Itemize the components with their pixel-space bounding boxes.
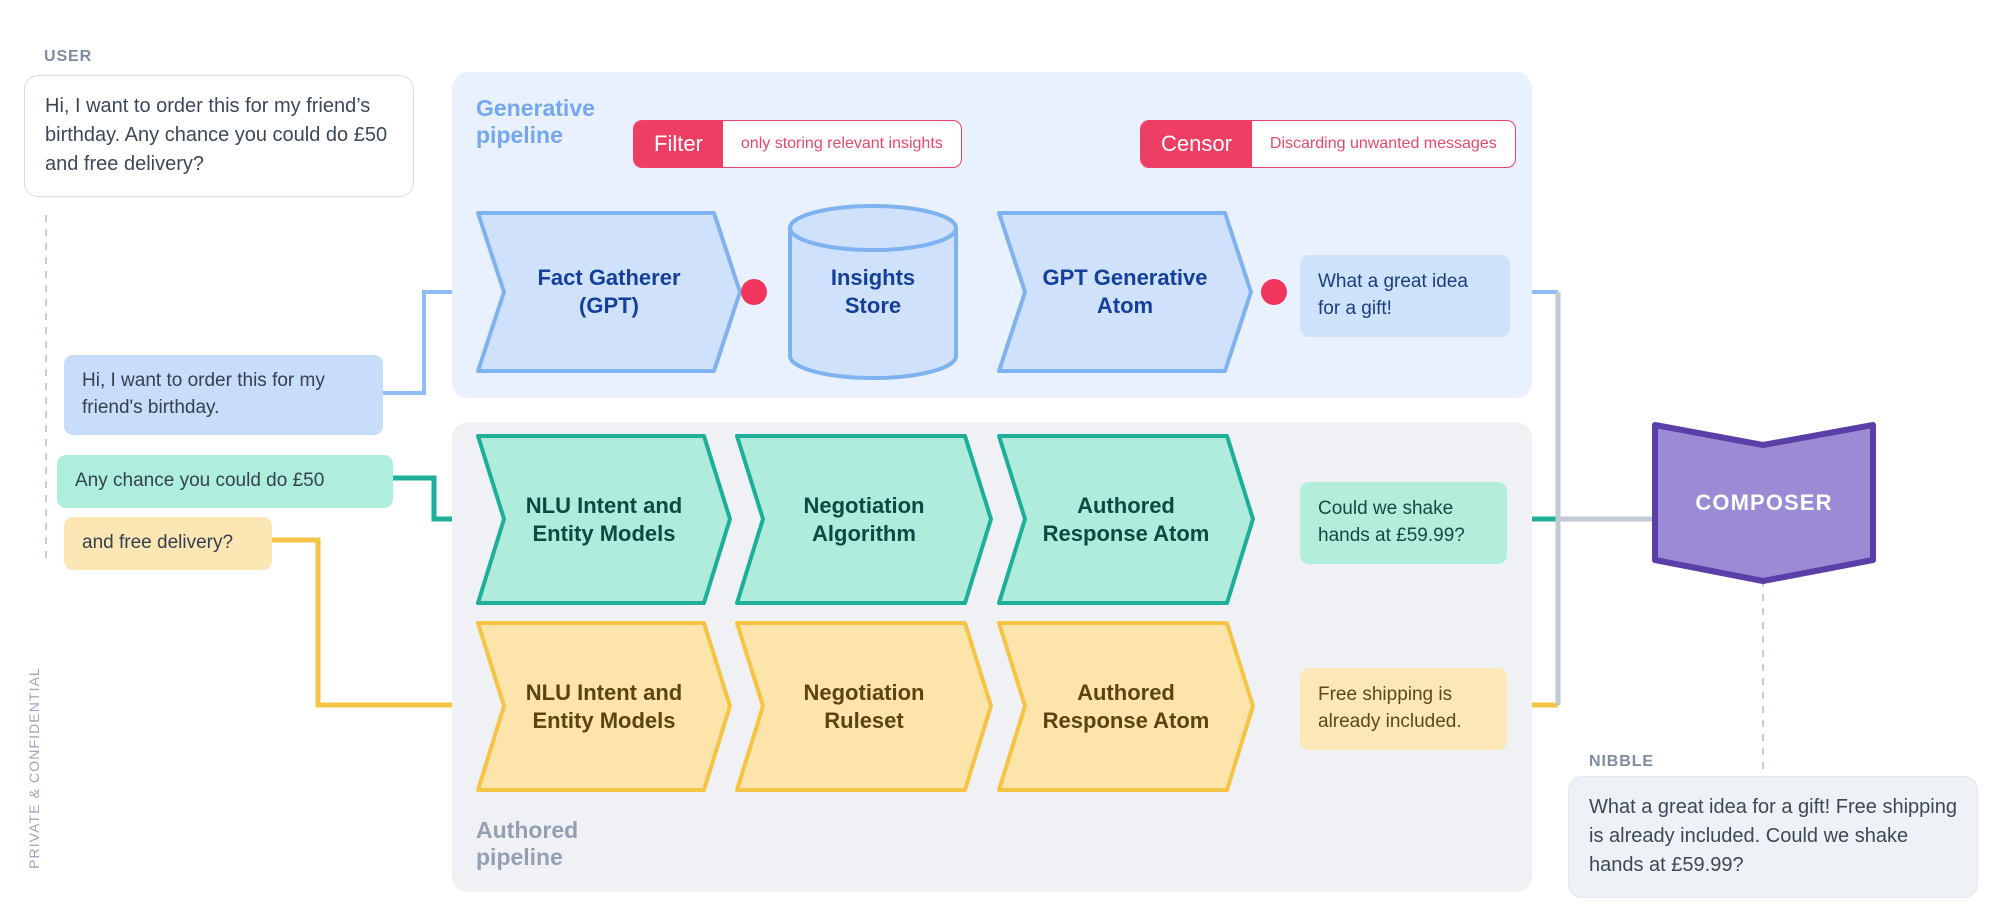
nibble-message-bubble: What a great idea for a gift! Free shipp… (1568, 776, 1978, 898)
composer-node[interactable]: COMPOSER (1650, 420, 1878, 586)
censor-badge-key: Censor (1141, 121, 1252, 167)
filter-badge[interactable]: Filter only storing relevant insights (633, 120, 962, 168)
censor-badge-value: Discarding unwanted messages (1269, 135, 1497, 152)
composer-label: COMPOSER (1695, 490, 1833, 515)
nibble-message-text: What a great idea for a gift! Free shipp… (1589, 796, 1957, 877)
input-chip-delivery: and free delivery? (64, 517, 272, 570)
user-message-text: Hi, I want to order this for my friend’s… (45, 95, 388, 176)
authored-pipeline-title: Authored pipeline (476, 817, 579, 871)
input-chip-generative: Hi, I want to order this for my friend's… (64, 355, 383, 435)
output-chip-generative: What a great idea for a gift! (1300, 255, 1510, 337)
output-chip-negotiation-text: Could we shake hands at £59.99? (1318, 498, 1465, 546)
output-chip-delivery: Free shipping is already included. (1300, 668, 1507, 750)
input-chip-negotiation-text: Any chance you could do £50 (75, 470, 325, 491)
node-fact-gatherer[interactable]: Fact Gatherer (GPT) (474, 209, 744, 375)
filter-badge-key: Filter (634, 121, 723, 167)
nibble-label: NIBBLE (1589, 753, 1654, 770)
node-yellow-negotiation[interactable]: Negotiation Ruleset (733, 619, 995, 794)
node-teal-nlu[interactable]: NLU Intent and Entity Models (474, 432, 734, 607)
output-chip-generative-text: What a great idea for a gift! (1318, 271, 1468, 319)
diagram-canvas: USER Hi, I want to order this for my fri… (0, 0, 2000, 919)
node-teal-negotiation[interactable]: Negotiation Algorithm (733, 432, 995, 607)
filter-point-marker (741, 279, 767, 305)
input-chip-delivery-text: and free delivery? (82, 532, 234, 553)
output-chip-delivery-text: Free shipping is already included. (1318, 684, 1462, 732)
input-chip-negotiation: Any chance you could do £50 (57, 455, 393, 508)
input-chip-generative-text: Hi, I want to order this for my friend's… (82, 370, 325, 418)
censor-badge[interactable]: Censor Discarding unwanted messages (1140, 120, 1516, 168)
output-chip-negotiation: Could we shake hands at £59.99? (1300, 482, 1507, 564)
node-teal-response[interactable]: Authored Response Atom (995, 432, 1257, 607)
generative-pipeline-title: Generative pipeline (476, 95, 595, 149)
confidential-watermark: PRIVATE & CONFIDENTIAL (26, 667, 42, 869)
node-gpt-generative-atom[interactable]: GPT Generative Atom (995, 209, 1255, 375)
censor-point-marker (1261, 279, 1287, 305)
node-yellow-response[interactable]: Authored Response Atom (995, 619, 1257, 794)
filter-badge-value: only storing relevant insights (740, 135, 943, 152)
node-insights-store[interactable]: Insights Store (786, 204, 960, 380)
user-message-bubble: Hi, I want to order this for my friend’s… (24, 75, 414, 197)
user-label: USER (44, 48, 93, 65)
node-yellow-nlu[interactable]: NLU Intent and Entity Models (474, 619, 734, 794)
